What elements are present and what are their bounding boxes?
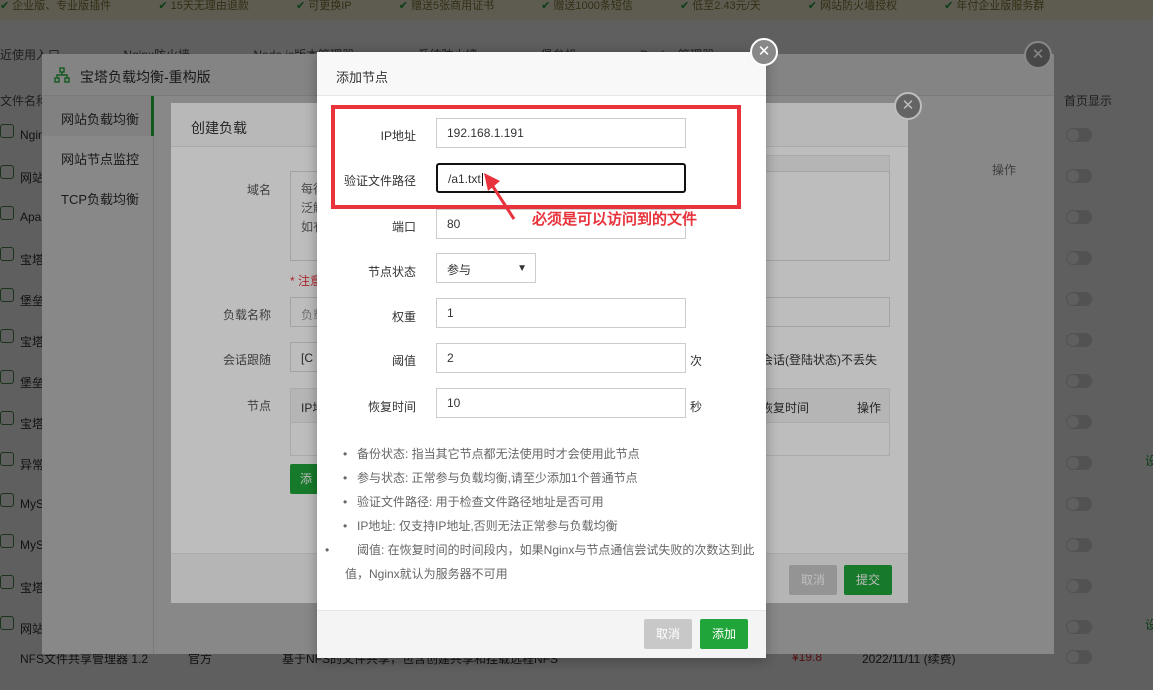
- threshold-label: 阈值: [391, 354, 416, 368]
- threshold-unit: 次: [690, 354, 703, 368]
- node-status-value: 参与: [447, 263, 472, 277]
- port-label: 端口: [391, 220, 416, 234]
- cancel-button[interactable]: 取消: [644, 619, 692, 649]
- weight-input[interactable]: 1: [436, 298, 686, 328]
- dialog-footer: 取消 添加: [317, 610, 766, 658]
- tip-item: 阈值: 在恢复时间的时间段内，如果Nginx与节点通信尝试失败的次数达到此值，N…: [313, 538, 755, 586]
- tip-item: 参与状态: 正常参与负载均衡,请至少添加1个普通节点: [343, 466, 755, 490]
- weight-label: 权重: [391, 310, 416, 324]
- tip-item: IP地址: 仅支持IP地址,否则无法正常参与负载均衡: [343, 514, 755, 538]
- recover-time-label: 恢复时间: [367, 400, 416, 414]
- dialog-title: 添加节点: [336, 70, 389, 85]
- dialog-titlebar: 添加节点: [317, 52, 766, 96]
- tip-item: 备份状态: 指当其它节点都无法使用时才会使用此节点: [343, 442, 755, 466]
- recover-time-unit: 秒: [690, 400, 703, 414]
- tip-item: 验证文件路径: 用于检查文件路径地址是否可用: [343, 490, 755, 514]
- node-status-label: 节点状态: [367, 265, 416, 279]
- annotation-text: 必须是可以访问到的文件: [532, 211, 698, 228]
- close-add-node-icon[interactable]: ✕: [750, 38, 778, 66]
- node-status-select[interactable]: 参与 ▼: [436, 253, 536, 283]
- threshold-input[interactable]: 2: [436, 343, 686, 373]
- add-button[interactable]: 添加: [700, 619, 748, 649]
- recover-time-input[interactable]: 10: [436, 388, 686, 418]
- help-tips: 备份状态: 指当其它节点都无法使用时才会使用此节点 参与状态: 正常参与负载均衡…: [313, 442, 755, 586]
- chevron-down-icon: ▼: [517, 263, 527, 274]
